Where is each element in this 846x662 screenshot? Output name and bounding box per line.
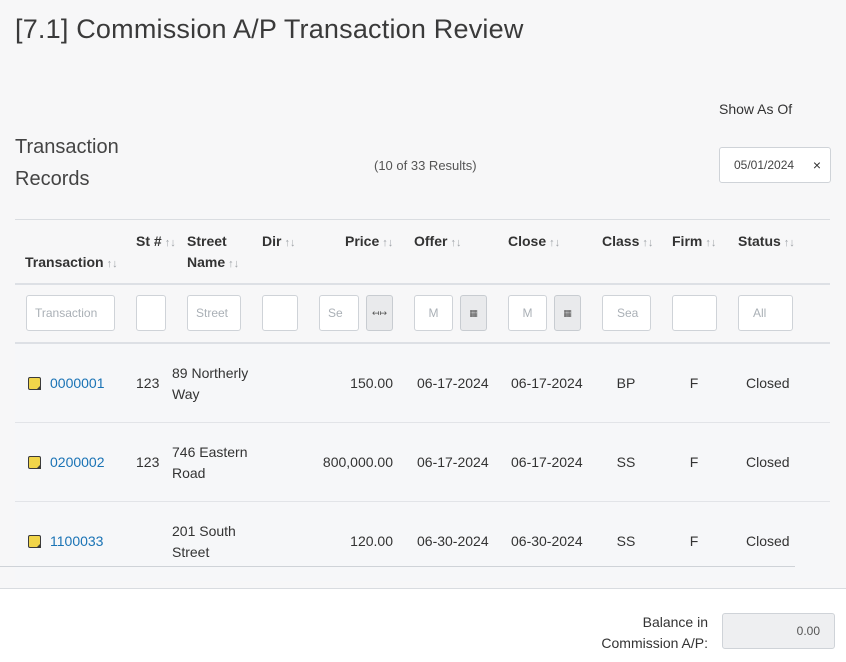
cell-status: Closed	[746, 375, 790, 391]
cell-firm: F	[689, 533, 699, 549]
cell-status: Closed	[746, 533, 790, 549]
sort-icon[interactable]: ↑↓	[165, 237, 176, 249]
table-top-divider	[15, 219, 830, 220]
transaction-link[interactable]: 0200002	[50, 452, 105, 473]
cell-offer: 06-30-2024	[417, 533, 489, 549]
table-row: 0200002 123 746 Eastern Road 800,000.00 …	[15, 423, 830, 502]
cell-price: 800,000.00	[322, 454, 393, 470]
page-title: [7.1] Commission A/P Transaction Review	[15, 14, 524, 44]
sort-icon[interactable]: ↑↓	[107, 258, 118, 270]
cell-street: 746 Eastern Road	[172, 444, 248, 481]
col-header-class[interactable]: Class ↑↓	[602, 231, 653, 254]
clear-date-icon[interactable]: ×	[813, 157, 821, 173]
price-range-button[interactable]: ↤↦	[366, 295, 393, 331]
cell-class: BP	[616, 375, 636, 391]
balance-field: 0.00	[722, 613, 835, 649]
cell-offer: 06-17-2024	[417, 454, 489, 470]
cell-class: SS	[616, 454, 636, 470]
filter-firm-input[interactable]	[672, 295, 717, 331]
transaction-table: Transaction ↑↓ St # ↑↓ Street Name ↑↓ Dir ↑↓…	[15, 219, 830, 581]
col-header-dir[interactable]: Dir ↑↓	[262, 231, 295, 254]
header-divider	[15, 283, 830, 285]
filter-offer-input[interactable]: M	[414, 295, 453, 331]
cell-firm: F	[689, 375, 699, 391]
note-icon[interactable]	[28, 377, 41, 390]
cell-street: 89 Northerly Way	[172, 365, 249, 402]
sort-icon[interactable]: ↑↓	[784, 237, 795, 249]
filter-dir-input[interactable]	[262, 295, 298, 331]
cell-st: 123	[136, 375, 160, 391]
show-as-of-label: Show As Of	[719, 101, 793, 117]
filter-close-input[interactable]: M	[508, 295, 547, 331]
cell-close: 06-17-2024	[511, 375, 583, 391]
note-icon[interactable]	[28, 456, 41, 469]
sort-icon[interactable]: ↑↓	[284, 237, 295, 249]
cell-street: 201 South Street	[172, 523, 236, 560]
balance-value: 0.00	[796, 624, 820, 638]
filter-price-input[interactable]: Se	[319, 295, 359, 331]
offer-calendar-icon[interactable]: ▦	[460, 295, 487, 331]
table-row: 1100033 201 South Street 120.00 06-30-20…	[15, 502, 830, 581]
filter-st-input[interactable]	[136, 295, 166, 331]
filter-street-input[interactable]: Street	[187, 295, 241, 331]
sort-icon[interactable]: ↑↓	[228, 258, 239, 270]
section-title: Transaction Records	[15, 136, 119, 190]
transaction-link[interactable]: 1100033	[50, 531, 103, 552]
transaction-link[interactable]: 0000001	[50, 373, 105, 394]
show-as-of-date-value: 05/01/2024	[734, 158, 795, 172]
filter-class-input[interactable]: Sea	[602, 295, 651, 331]
col-header-price[interactable]: Price ↑↓	[345, 231, 393, 254]
cell-price: 120.00	[350, 533, 393, 549]
footer-bar: Balance in Commission A/P: 0.00	[0, 588, 846, 662]
sort-icon[interactable]: ↑↓	[382, 237, 393, 249]
col-header-status[interactable]: Status ↑↓	[738, 231, 795, 254]
col-header-close[interactable]: Close ↑↓	[508, 231, 560, 254]
filter-status-select[interactable]: All	[738, 295, 793, 331]
cell-class: SS	[616, 533, 636, 549]
horizontal-scrollbar[interactable]	[0, 566, 795, 567]
sort-icon[interactable]: ↑↓	[642, 237, 653, 249]
cell-close: 06-30-2024	[511, 533, 583, 549]
sort-icon[interactable]: ↑↓	[705, 237, 716, 249]
close-calendar-icon[interactable]: ▦	[554, 295, 581, 331]
sort-icon[interactable]: ↑↓	[450, 237, 461, 249]
col-header-firm[interactable]: Firm ↑↓	[672, 231, 716, 254]
balance-label: Balance in Commission A/P:	[601, 614, 708, 651]
cell-st: 123	[136, 454, 160, 470]
results-count: (10 of 33 Results)	[374, 158, 477, 173]
cell-close: 06-17-2024	[511, 454, 583, 470]
cell-offer: 06-17-2024	[417, 375, 489, 391]
col-header-street-name[interactable]: Street Name ↑↓	[187, 231, 257, 275]
col-header-transaction[interactable]: Transaction ↑↓	[25, 252, 118, 275]
cell-firm: F	[689, 454, 699, 470]
col-header-st[interactable]: St # ↑↓	[136, 231, 176, 254]
col-header-offer[interactable]: Offer ↑↓	[414, 231, 461, 254]
note-icon[interactable]	[28, 535, 41, 548]
cell-price: 150.00	[350, 375, 393, 391]
table-row: 0000001 123 89 Northerly Way 150.00 06-1…	[15, 344, 830, 423]
show-as-of-date-input[interactable]: 05/01/2024 ×	[719, 147, 831, 183]
filter-transaction-input[interactable]: Transaction	[26, 295, 115, 331]
cell-status: Closed	[746, 454, 790, 470]
sort-icon[interactable]: ↑↓	[549, 237, 560, 249]
